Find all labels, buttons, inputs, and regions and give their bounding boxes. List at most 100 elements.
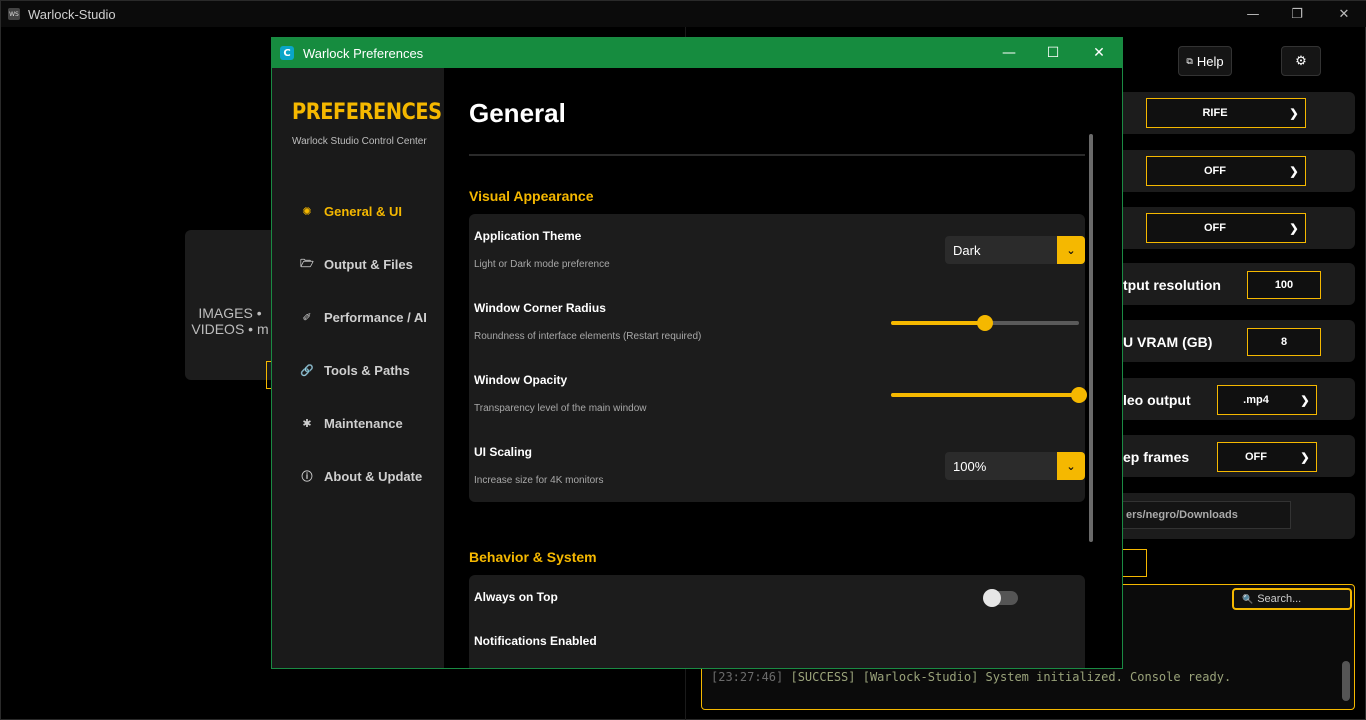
- vram-input[interactable]: 8: [1247, 328, 1321, 356]
- select-value: RIFE: [1202, 107, 1228, 119]
- theme-dropdown[interactable]: Dark ⌄: [945, 236, 1085, 264]
- sidebar-item-label: Output & Files: [324, 256, 413, 272]
- console-scrollbar[interactable]: [1342, 661, 1350, 701]
- corner-radius-desc: Roundness of interface elements (Restart…: [474, 331, 702, 342]
- drop-zone-line1: IMAGES •: [198, 305, 262, 321]
- select-value: OFF: [1245, 451, 1267, 463]
- app-icon: WS: [8, 8, 20, 20]
- slider-handle[interactable]: [977, 315, 993, 331]
- wrench-icon: ✱: [302, 416, 312, 430]
- interpolation-select[interactable]: RIFE ❯: [1146, 98, 1306, 128]
- video-output-label: leo output: [1123, 392, 1191, 408]
- dialog-title: Warlock Preferences: [303, 45, 424, 61]
- section-title-behavior: Behavior & System: [469, 549, 597, 565]
- main-window-title: Warlock-Studio: [28, 6, 116, 22]
- console-message: [SUCCESS] [Warlock-Studio] System initia…: [783, 670, 1232, 684]
- corner-radius-label: Window Corner Radius: [474, 301, 606, 315]
- sidebar-item-label: Performance / AI: [324, 309, 427, 325]
- desktop: WS Warlock-Studio — ❐ ✕ IMAGES • VIDEOS …: [0, 0, 1366, 720]
- console-log-line: [23:27:46] [SUCCESS] [Warlock-Studio] Sy…: [711, 670, 1231, 684]
- close-icon[interactable]: ✕: [1321, 1, 1366, 27]
- chevron-down-icon[interactable]: ⌄: [1057, 236, 1085, 264]
- sidebar-item-label: General & UI: [324, 203, 403, 219]
- drop-zone-line2: VIDEOS • m: [191, 321, 269, 337]
- ui-scaling-label: UI Scaling: [474, 445, 533, 459]
- dialog-titlebar: C Warlock Preferences — ☐ ✕: [272, 38, 1122, 68]
- slider-fill: [891, 393, 1079, 397]
- dialog-app-icon: C: [280, 46, 294, 60]
- dialog-minimize-icon[interactable]: —: [986, 38, 1032, 68]
- sidebar-item-tools-paths[interactable]: 🔗 Tools & Paths: [300, 359, 410, 381]
- chevron-down-icon: ❯: [1289, 222, 1299, 235]
- console-search-input[interactable]: 🔍 Search...: [1232, 588, 1352, 610]
- folder-icon: 🗁: [300, 256, 314, 270]
- select-value: OFF: [1204, 222, 1226, 234]
- option-select-3[interactable]: OFF ❯: [1146, 213, 1306, 243]
- sidebar-brand: PREFERENCES: [292, 100, 442, 125]
- always-on-top-toggle[interactable]: [983, 589, 1018, 607]
- info-icon: ⓘ: [301, 470, 313, 483]
- gear-icon: ✺: [302, 204, 312, 218]
- sidebar-item-general-ui[interactable]: ✺ General & UI: [300, 200, 402, 222]
- chevron-down-icon: ❯: [1300, 451, 1310, 464]
- theme-label: Application Theme: [474, 229, 582, 243]
- title-divider: [469, 154, 1085, 156]
- search-placeholder: Search...: [1257, 593, 1302, 605]
- video-output-select[interactable]: .mp4 ❯: [1217, 385, 1317, 415]
- sidebar-item-label: Maintenance: [324, 415, 403, 431]
- always-on-top-label: Always on Top: [474, 590, 558, 604]
- toggle-knob: [983, 589, 1001, 607]
- select-value: OFF: [1204, 165, 1226, 177]
- slider-fill: [891, 321, 985, 325]
- gear-icon: ⚙: [1295, 53, 1307, 69]
- preferences-dialog: C Warlock Preferences — ☐ ✕ PREFERENCES …: [271, 37, 1123, 669]
- preferences-content: General Visual Appearance Application Th…: [444, 68, 1122, 668]
- resolution-input[interactable]: 100: [1247, 271, 1321, 299]
- minimize-icon[interactable]: —: [1230, 1, 1276, 27]
- corner-radius-slider[interactable]: [891, 315, 1079, 331]
- section-title-visual: Visual Appearance: [469, 188, 594, 204]
- sidebar-item-output-files[interactable]: 🗁 Output & Files: [300, 253, 413, 275]
- sidebar-item-label: About & Update: [324, 468, 423, 484]
- dialog-close-icon[interactable]: ✕: [1076, 38, 1122, 68]
- page-title: General: [469, 98, 566, 128]
- sidebar-item-about-update[interactable]: ⓘ About & Update: [300, 465, 423, 487]
- sidebar-item-performance-ai[interactable]: ✐ Performance / AI: [300, 306, 427, 328]
- chevron-down-icon[interactable]: ⌄: [1057, 452, 1085, 480]
- rocket-icon: ✐: [302, 310, 312, 324]
- sidebar-item-label: Tools & Paths: [324, 362, 410, 378]
- settings-button[interactable]: ⚙: [1281, 46, 1321, 76]
- opacity-label: Window Opacity: [474, 373, 568, 387]
- help-button[interactable]: ⧉ Help: [1178, 46, 1232, 76]
- chevron-down-icon: ❯: [1289, 165, 1299, 178]
- restore-icon[interactable]: ❐: [1274, 1, 1320, 27]
- opacity-slider[interactable]: [891, 387, 1087, 403]
- chevron-down-icon: ❯: [1289, 107, 1299, 120]
- main-titlebar: WS Warlock-Studio — ❐ ✕: [1, 1, 1366, 27]
- help-label: Help: [1196, 53, 1224, 69]
- vram-label: U VRAM (GB): [1123, 334, 1213, 350]
- sidebar-item-maintenance[interactable]: ✱ Maintenance: [300, 412, 403, 434]
- dropdown-value: Dark: [953, 242, 981, 258]
- notifications-label: Notifications Enabled: [474, 634, 597, 648]
- help-icon: ⧉: [1186, 55, 1193, 66]
- drop-zone-text: IMAGES • VIDEOS • m: [189, 305, 271, 337]
- slider-handle[interactable]: [1071, 387, 1087, 403]
- theme-desc: Light or Dark mode preference: [474, 259, 610, 270]
- keep-frames-label: ep frames: [1123, 449, 1190, 465]
- preferences-sidebar: PREFERENCES Warlock Studio Control Cente…: [272, 68, 444, 668]
- console-timestamp: [23:27:46]: [711, 670, 784, 684]
- sidebar-subtitle: Warlock Studio Control Center: [292, 136, 427, 147]
- keep-frames-select[interactable]: OFF ❯: [1217, 442, 1317, 472]
- resolution-label: tput resolution: [1123, 277, 1221, 293]
- output-path-field[interactable]: ers/negro/Downloads: [1111, 501, 1291, 529]
- dropdown-value: 100%: [953, 458, 987, 474]
- content-scrollbar[interactable]: [1089, 134, 1093, 542]
- ui-scaling-dropdown[interactable]: 100% ⌄: [945, 452, 1085, 480]
- select-value: .mp4: [1243, 394, 1269, 406]
- ui-scaling-desc: Increase size for 4K monitors: [474, 475, 604, 486]
- option-select-2[interactable]: OFF ❯: [1146, 156, 1306, 186]
- search-icon: 🔍: [1242, 593, 1254, 604]
- dialog-maximize-icon[interactable]: ☐: [1030, 38, 1076, 68]
- dialog-icon-letter: C: [283, 47, 291, 59]
